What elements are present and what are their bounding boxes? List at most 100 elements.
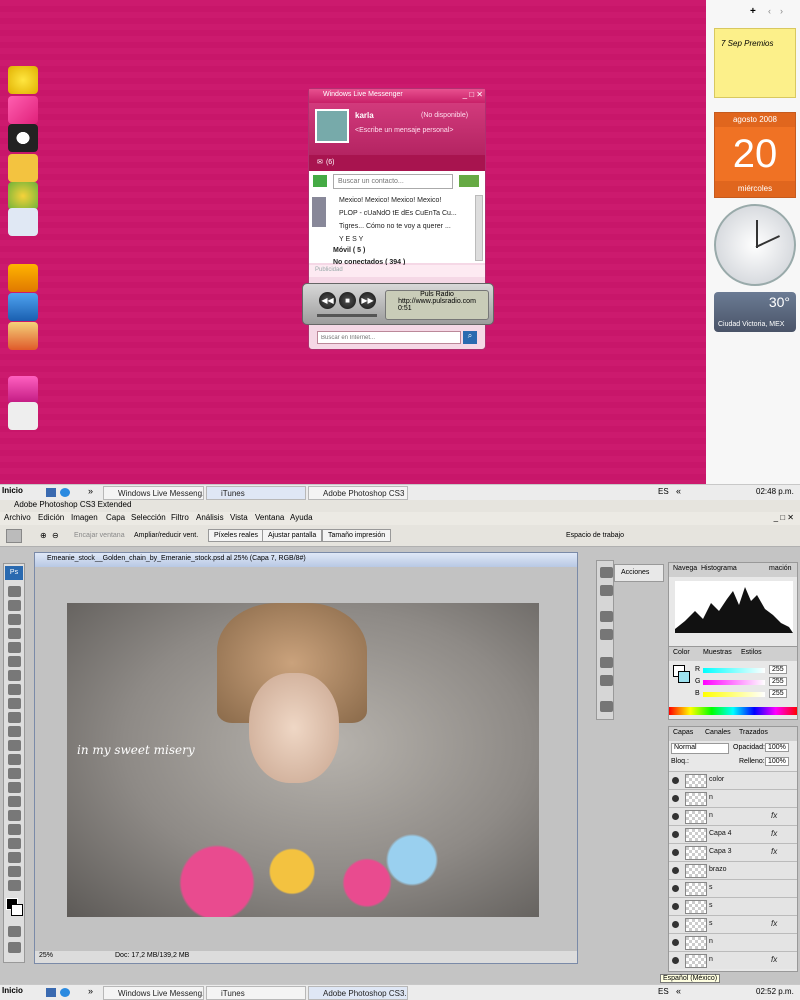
tab-info[interactable]: mación — [769, 565, 792, 572]
search-icon[interactable]: ⌕ — [463, 331, 477, 344]
actions-panel-tab[interactable]: Acciones — [614, 564, 664, 582]
text-tool-icon[interactable] — [8, 796, 21, 807]
window-controls[interactable]: _ □ ✕ — [463, 90, 483, 99]
blue-slider[interactable] — [703, 692, 765, 697]
taskbar-item[interactable]: Windows Live Messeng... — [103, 486, 204, 500]
blur-tool-icon[interactable] — [8, 754, 21, 765]
layer-row[interactable]: n fx — [669, 807, 797, 825]
start-button[interactable]: Inicio — [2, 986, 23, 995]
file-icon[interactable] — [8, 208, 38, 236]
note-text[interactable]: 7 Sep Premios — [721, 39, 773, 48]
doc-size[interactable]: Doc: 17,2 MB/139,2 MB — [115, 952, 189, 959]
eye-icon[interactable] — [672, 831, 679, 838]
menu-item[interactable]: Ayuda — [290, 513, 313, 522]
menu-item[interactable]: Ventana — [255, 513, 284, 522]
background-color-swatch[interactable] — [11, 904, 23, 916]
forward-icon[interactable]: ▶▶ — [359, 292, 376, 309]
layer-row[interactable]: s — [669, 879, 797, 897]
green-value[interactable]: 255 — [769, 677, 787, 686]
chevron-left-icon[interactable]: « — [676, 486, 681, 496]
menu-item[interactable]: Imagen — [71, 513, 98, 522]
resize-window-option[interactable]: Ampliar/reducir vent. — [134, 532, 198, 539]
print-size-button[interactable]: Tamaño impresión — [322, 529, 392, 542]
tab-navigator[interactable]: Navega — [673, 565, 697, 572]
zoom-out-icon[interactable]: ⊖ — [52, 531, 59, 540]
mail-count[interactable]: (6) — [326, 159, 335, 166]
history-icon[interactable] — [600, 567, 613, 578]
start-button[interactable]: Inicio — [2, 486, 23, 495]
tab-layers[interactable]: Capas — [673, 729, 693, 736]
layer-row[interactable]: brazo — [669, 861, 797, 879]
fit-screen-button[interactable]: Ajustar pantalla — [262, 529, 323, 542]
canvas-artwork[interactable]: in my sweet misery — [67, 603, 539, 917]
eye-icon[interactable] — [672, 885, 679, 892]
tools-icon[interactable] — [600, 585, 613, 596]
red-value[interactable]: 255 — [769, 665, 787, 674]
taskbar-item[interactable]: iTunes — [206, 486, 306, 500]
menu-item[interactable]: Archivo — [4, 513, 31, 522]
avatar[interactable] — [315, 109, 349, 143]
browser-icon[interactable] — [60, 488, 70, 497]
eye-icon[interactable] — [672, 795, 679, 802]
language-indicator[interactable]: ES — [658, 987, 669, 996]
taskbar-item[interactable]: iTunes — [206, 986, 306, 1000]
menu-item[interactable]: Vista — [230, 513, 248, 522]
eyedropper-tool-icon[interactable] — [8, 852, 21, 863]
calendar-gadget[interactable]: agosto 2008 20 miércoles — [714, 112, 796, 198]
actual-pixels-button[interactable]: Píxeles reales — [208, 529, 264, 542]
contact-item[interactable]: Y E S Y — [339, 236, 363, 243]
gem-icon[interactable] — [8, 376, 38, 404]
menu-item[interactable]: Análisis — [196, 513, 224, 522]
pen-tool-icon[interactable] — [8, 782, 21, 793]
layer-effects-icon[interactable]: fx — [771, 919, 777, 928]
user-status[interactable]: (No disponible) — [421, 112, 468, 119]
opacity-input[interactable]: 100% — [765, 743, 789, 752]
eraser-tool-icon[interactable] — [8, 726, 21, 737]
taskbar-item[interactable]: Adobe Photoshop CS3 ... — [308, 486, 408, 500]
add-gadget-button[interactable]: + — [750, 6, 756, 17]
layer-effects-icon[interactable]: fx — [771, 829, 777, 838]
eye-icon[interactable] — [672, 903, 679, 910]
paragraph-icon[interactable] — [600, 675, 613, 686]
gamepad-icon[interactable] — [8, 402, 38, 430]
scrollbar[interactable] — [475, 195, 483, 261]
hand-tool-icon[interactable] — [8, 866, 21, 877]
menu-item[interactable]: Selección — [131, 513, 166, 522]
tab-channels[interactable]: Canales — [705, 729, 731, 736]
clock-gadget[interactable] — [714, 204, 796, 286]
contact-item[interactable]: PLOP - cUaNdO tE dEs CuEnTa Cu... — [339, 210, 457, 217]
layer-row[interactable]: n — [669, 789, 797, 807]
tab-histogram[interactable]: Histograma — [701, 565, 737, 572]
layer-row[interactable]: s — [669, 897, 797, 915]
personal-message[interactable]: <Escribe un mensaje personal> — [355, 127, 453, 134]
healing-tool-icon[interactable] — [8, 670, 21, 681]
tab-styles[interactable]: Estilos — [741, 649, 762, 656]
layer-row[interactable]: n fx — [669, 951, 797, 969]
volume-slider[interactable] — [317, 314, 377, 317]
chevron-left-icon[interactable]: « — [676, 986, 681, 996]
sticky-note[interactable]: 7 Sep Premios — [714, 28, 796, 98]
layer-row[interactable]: s fx — [669, 915, 797, 933]
clock[interactable]: 02:52 p.m. — [756, 987, 794, 996]
eye-icon[interactable] — [672, 867, 679, 874]
eye-icon[interactable] — [672, 939, 679, 946]
eye-icon[interactable] — [672, 921, 679, 928]
zoom-level[interactable]: 25% — [39, 952, 53, 959]
layer-row[interactable]: color — [669, 771, 797, 789]
brushes-icon[interactable] — [600, 611, 613, 622]
doll-icon[interactable] — [8, 124, 38, 152]
prev-gadget-button[interactable]: ‹ — [768, 6, 771, 16]
path-selection-tool-icon[interactable] — [8, 810, 21, 821]
zoom-tool-icon[interactable] — [8, 880, 21, 891]
stop-icon[interactable]: ■ — [339, 292, 356, 309]
cake-icon[interactable] — [8, 322, 38, 350]
mail-icon[interactable]: ✉ — [317, 159, 323, 166]
zoom-in-icon[interactable]: ⊕ — [40, 531, 47, 540]
eye-icon[interactable] — [672, 777, 679, 784]
background-swatch[interactable] — [678, 671, 690, 683]
slice-tool-icon[interactable] — [8, 656, 21, 667]
photoshop-icon[interactable] — [8, 293, 38, 321]
menu-item[interactable]: Edición — [38, 513, 64, 522]
lasso-tool-icon[interactable] — [8, 614, 21, 625]
gradient-tool-icon[interactable] — [8, 740, 21, 751]
